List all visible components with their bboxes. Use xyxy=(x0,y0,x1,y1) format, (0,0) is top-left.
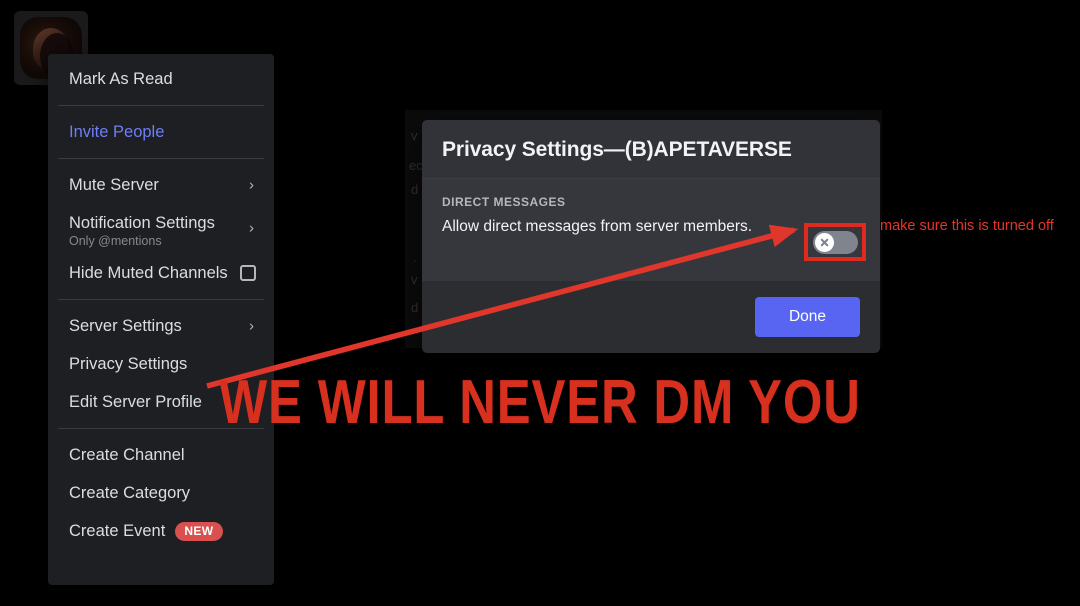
annotation-note: make sure this is turned off xyxy=(880,218,1054,234)
menu-divider xyxy=(58,158,264,159)
modal-body: DIRECT MESSAGES Allow direct messages fr… xyxy=(422,179,880,281)
menu-item-mark-as-read[interactable]: Mark As Read xyxy=(56,60,266,98)
menu-item-label: Invite People xyxy=(69,122,165,141)
menu-item-label: Privacy Settings xyxy=(69,354,188,373)
ghost-channel: d xyxy=(411,182,419,197)
ghost-channel: v xyxy=(411,128,418,143)
chevron-right-icon: › xyxy=(249,317,254,335)
privacy-settings-modal: Privacy Settings—(B)APETAVERSE DIRECT ME… xyxy=(422,120,880,353)
menu-item-label: Mark As Read xyxy=(69,69,173,88)
menu-item-create-channel[interactable]: Create Channel xyxy=(56,436,266,474)
toggle-highlight-box xyxy=(804,223,866,261)
menu-item-label: Notification Settings xyxy=(69,214,215,233)
menu-item-create-category[interactable]: Create Category xyxy=(56,474,266,512)
ghost-channel: v xyxy=(411,272,418,287)
done-button[interactable]: Done xyxy=(754,297,860,337)
menu-item-sublabel: Only @mentions xyxy=(69,234,162,249)
new-badge: NEW xyxy=(175,521,223,541)
modal-header: Privacy Settings—(B)APETAVERSE xyxy=(422,120,880,179)
ghost-channel: ec xyxy=(409,158,423,173)
menu-item-hide-muted-channels[interactable]: Hide Muted Channels xyxy=(56,254,266,292)
menu-item-notification-settings[interactable]: Notification Settings Only @mentions › xyxy=(56,204,266,254)
server-context-menu[interactable]: Mark As Read Invite People Mute Server ›… xyxy=(48,54,274,585)
menu-item-mute-server[interactable]: Mute Server › xyxy=(56,166,266,204)
modal-title: Privacy Settings—(B)APETAVERSE xyxy=(442,138,792,161)
menu-item-label: Hide Muted Channels xyxy=(69,263,228,282)
menu-item-label: Create Category xyxy=(69,483,191,502)
ghost-channel: d xyxy=(411,300,419,315)
menu-item-invite-people[interactable]: Invite People xyxy=(56,113,266,151)
menu-item-label: Server Settings xyxy=(69,316,182,335)
menu-item-server-settings[interactable]: Server Settings › xyxy=(56,307,266,345)
ghost-channel: . xyxy=(413,250,417,265)
chevron-right-icon: › xyxy=(249,219,254,237)
menu-divider xyxy=(58,299,264,300)
checkbox-icon[interactable] xyxy=(240,265,256,281)
chevron-right-icon: › xyxy=(249,176,254,194)
menu-item-create-event[interactable]: Create Event NEW xyxy=(56,512,266,550)
menu-item-label: Mute Server xyxy=(69,175,159,194)
menu-item-label: Create Channel xyxy=(69,445,185,464)
menu-item-label: Create Event xyxy=(69,521,166,540)
direct-messages-row: Allow direct messages from server member… xyxy=(442,218,860,236)
modal-footer: Done xyxy=(422,281,880,353)
direct-messages-section-label: DIRECT MESSAGES xyxy=(442,195,566,209)
banner-warning-text: WE WILL NEVER DM YOU xyxy=(219,368,861,437)
menu-divider xyxy=(58,105,264,106)
direct-messages-description: Allow direct messages from server member… xyxy=(442,218,753,235)
